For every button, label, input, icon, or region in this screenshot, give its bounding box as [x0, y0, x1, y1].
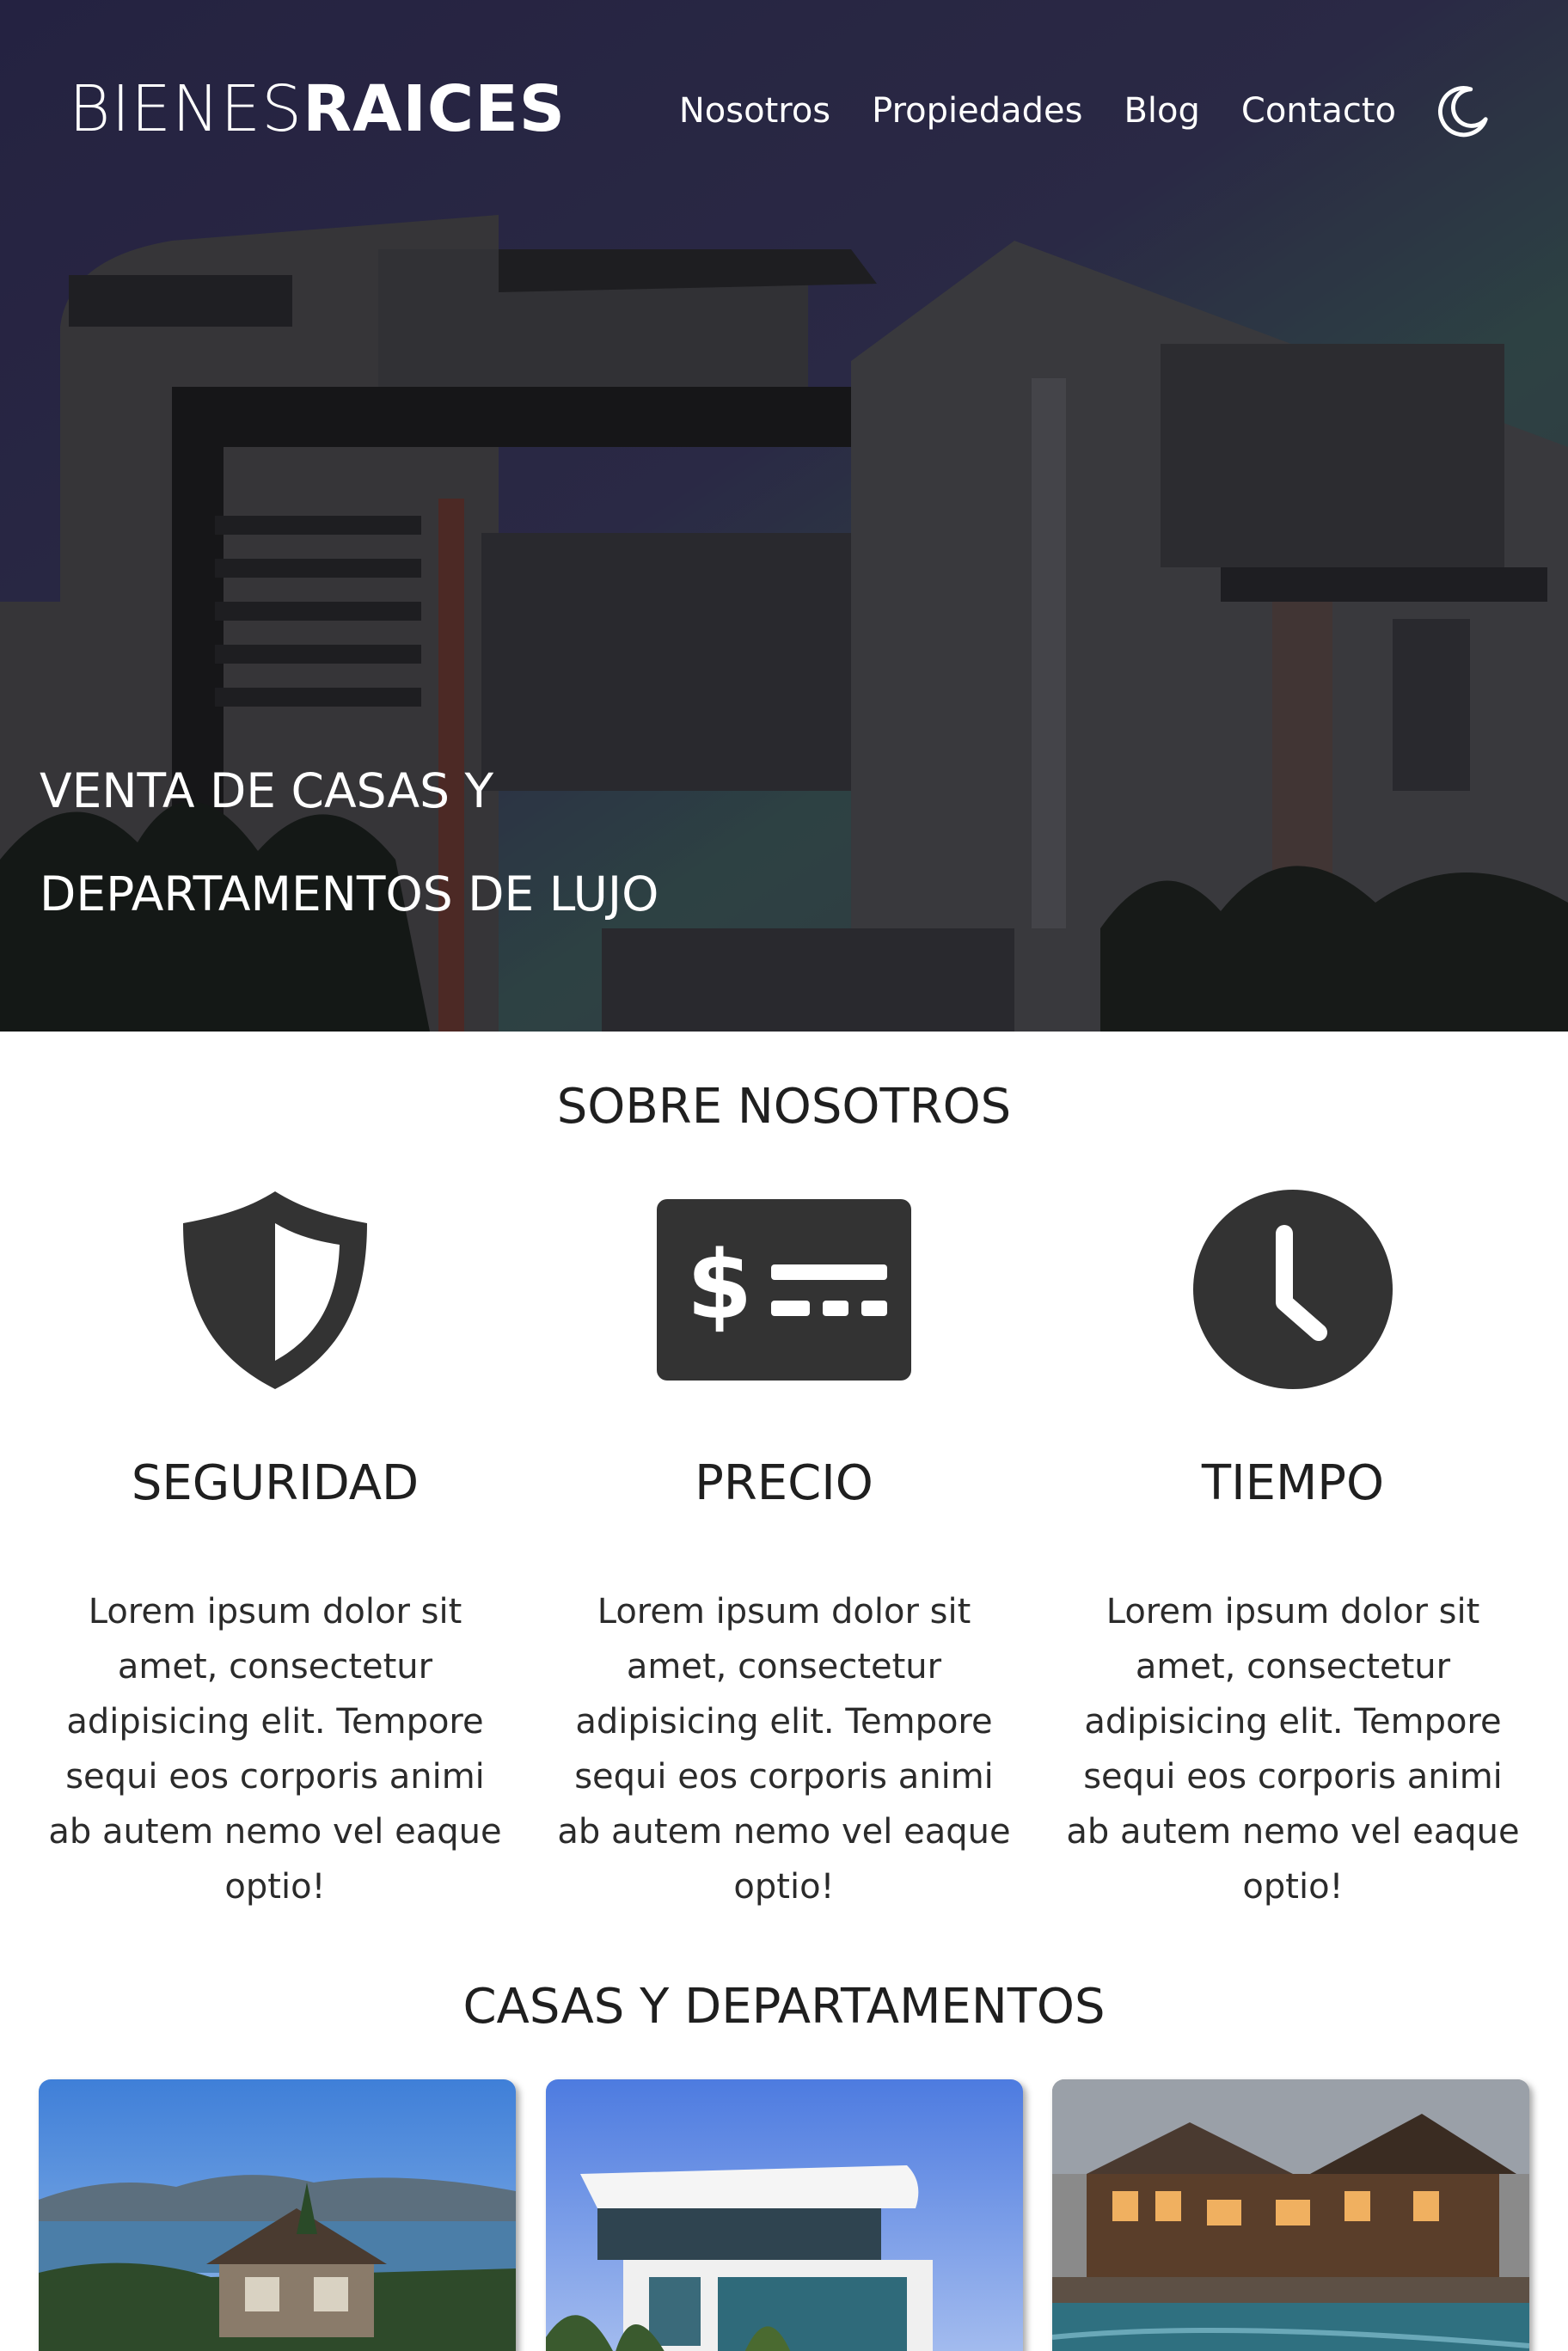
nav-link-contacto[interactable]: Contacto — [1241, 91, 1396, 131]
feature-icon-wrap: $ — [543, 1182, 1025, 1397]
clock-icon — [1193, 1190, 1393, 1389]
feature-title: SEGURIDAD — [131, 1455, 420, 1511]
feature-text: Lorem ipsum dolor sit amet, consectetur … — [1066, 1592, 1520, 1907]
feature-icon-wrap — [1052, 1182, 1534, 1397]
hero-title-line1: VENTA DE CASAS Y — [40, 763, 494, 818]
features-list: SEGURIDAD Lorem ipsum dolor sit amet, co… — [0, 1182, 1568, 1914]
feature-title: TIEMPO — [1201, 1455, 1385, 1511]
feature-tiempo: TIEMPO Lorem ipsum dolor sit amet, conse… — [1052, 1182, 1534, 1914]
nav-link-blog[interactable]: Blog — [1124, 91, 1199, 131]
site-header: BIENESRAICES Nosotros Propiedades Blog C… — [0, 0, 1568, 223]
listings-section: CASAS Y DEPARTAMENTOS — [0, 1979, 1568, 2351]
feature-precio: $ PRECIO Lorem ipsum dolor sit amet, con… — [543, 1182, 1025, 1914]
about-title: SOBRE NOSOTROS — [556, 1079, 1012, 1135]
listing-image — [1052, 2079, 1529, 2351]
feature-text: Lorem ipsum dolor sit amet, consectetur … — [557, 1592, 1011, 1907]
logo-text-bold: RAICES — [303, 72, 567, 146]
shield-icon — [183, 1191, 367, 1389]
feature-text: Lorem ipsum dolor sit amet, consectetur … — [48, 1592, 502, 1907]
feature-title: PRECIO — [695, 1455, 873, 1511]
site-logo[interactable]: BIENESRAICES — [69, 77, 566, 141]
price-tag-icon: $ — [657, 1198, 911, 1381]
listing-image — [39, 2079, 516, 2351]
hero-title: VENTA DE CASAS Y DEPARTAMENTOS DE LUJO — [40, 739, 813, 946]
listing-image — [545, 2079, 1023, 2351]
moon-icon[interactable] — [1437, 84, 1491, 138]
listings-title: CASAS Y DEPARTAMENTOS — [462, 1979, 1106, 2035]
main-nav: Nosotros Propiedades Blog Contacto — [679, 84, 1491, 138]
hero-title-line2: DEPARTAMENTOS DE LUJO — [40, 866, 659, 921]
about-section: SOBRE NOSOTROS SEGURIDAD Lorem ipsum dol… — [0, 1032, 1568, 1914]
feature-icon-wrap — [34, 1182, 516, 1397]
listing-card[interactable] — [39, 2079, 516, 2351]
nav-link-nosotros[interactable]: Nosotros — [679, 91, 830, 131]
logo-text-light: BIENES — [69, 72, 303, 146]
nav-link-propiedades[interactable]: Propiedades — [872, 91, 1082, 131]
listing-cards — [0, 2079, 1568, 2351]
listing-card[interactable] — [1052, 2079, 1529, 2351]
feature-seguridad: SEGURIDAD Lorem ipsum dolor sit amet, co… — [34, 1182, 516, 1914]
hero-section: BIENESRAICES Nosotros Propiedades Blog C… — [0, 0, 1568, 1032]
listing-card[interactable] — [545, 2079, 1023, 2351]
svg-text:$: $ — [687, 1230, 753, 1340]
